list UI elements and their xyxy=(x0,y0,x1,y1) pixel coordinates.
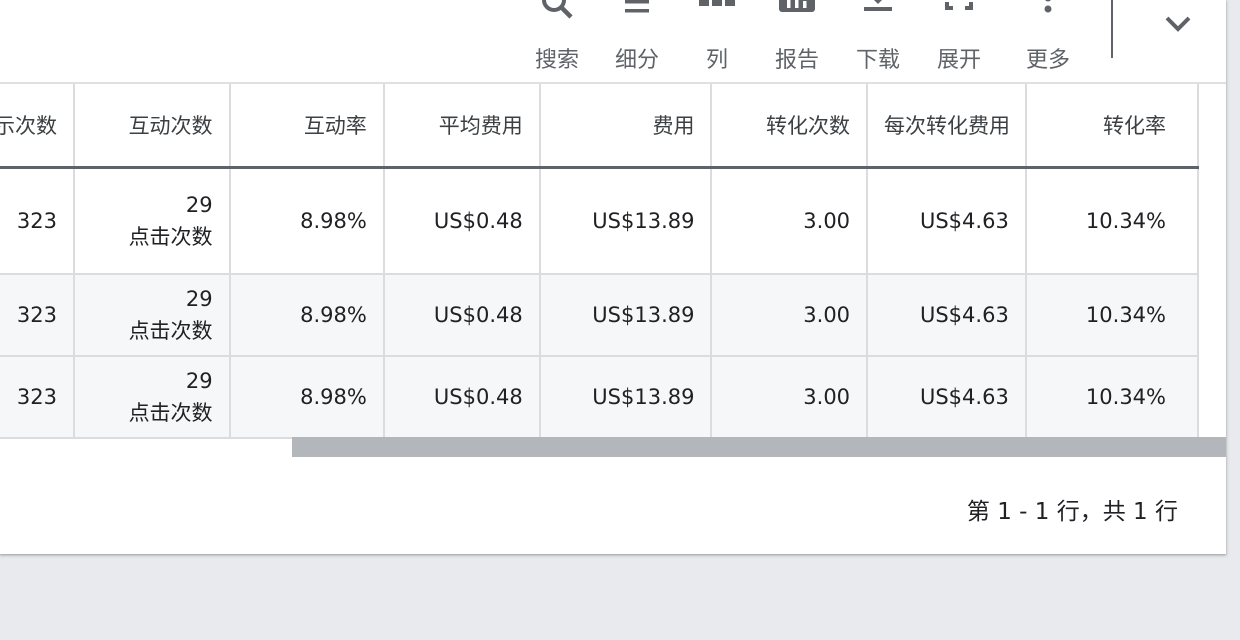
download-label: 下载 xyxy=(855,48,900,73)
columns-icon xyxy=(697,0,737,32)
horizontal-scrollbar-thumb[interactable] xyxy=(292,437,1226,457)
cell-conversion-rate: 10.34% xyxy=(1025,274,1200,357)
cell-interaction-rate: 8.98% xyxy=(229,356,385,439)
reports-button[interactable]: 报告 xyxy=(757,0,837,82)
cell-cost: US$13.89 xyxy=(539,167,713,275)
cell-impressions: 323 xyxy=(0,167,75,275)
segment-button[interactable]: 细分 xyxy=(597,0,677,82)
columns-label: 列 xyxy=(705,48,728,73)
col-header-conversion-rate[interactable]: 转化率 xyxy=(1025,84,1200,169)
pagination-summary: 第 1 - 1 行，共 1 行 xyxy=(966,499,1178,525)
cell-interactions: 29 点击次数 xyxy=(74,167,231,275)
cell-conversions: 3.00 xyxy=(711,274,869,357)
cell-conversions: 3.00 xyxy=(711,167,869,275)
cell-interactions-value: 29 xyxy=(185,193,213,217)
fullscreen-label: 展开 xyxy=(936,48,981,73)
search-button[interactable]: 搜索 xyxy=(517,0,597,82)
more-button[interactable]: 更多 xyxy=(1008,0,1088,82)
cell-cost-per-conversion: US$4.63 xyxy=(867,167,1027,275)
cell-cost-per-conversion: US$4.63 xyxy=(867,274,1027,357)
cell-impressions: 323 xyxy=(0,356,75,439)
chevron-down-icon xyxy=(1165,16,1191,32)
reports-label: 报告 xyxy=(774,48,819,73)
col-header-avg-cost[interactable]: 平均费用 xyxy=(383,84,541,169)
cell-avg-cost: US$0.48 xyxy=(383,356,541,439)
columns-button[interactable]: 列 xyxy=(677,0,757,82)
col-header-impressions[interactable]: 展示次数 xyxy=(0,84,75,169)
data-table-viewport: 展示次数 互动次数 互动率 平均费用 费用 转化次数 每次转化费用 转化率 32… xyxy=(0,82,1226,440)
more-label: 更多 xyxy=(1025,48,1070,73)
cell-avg-cost: US$0.48 xyxy=(383,274,541,357)
cell-cost: US$13.89 xyxy=(539,356,713,439)
collapse-toggle-button[interactable] xyxy=(1158,10,1198,44)
download-button[interactable]: 下载 xyxy=(838,0,918,82)
toolbar-divider xyxy=(1111,0,1113,58)
cell-interactions: 29 点击次数 xyxy=(74,356,231,439)
fullscreen-icon xyxy=(939,0,979,32)
reports-icon xyxy=(777,0,817,32)
search-label: 搜索 xyxy=(534,48,579,73)
col-header-interactions[interactable]: 互动次数 xyxy=(74,84,231,169)
search-icon xyxy=(537,0,577,32)
cell-interactions-value: 29 xyxy=(185,369,213,393)
cell-cost: US$13.89 xyxy=(539,274,713,357)
col-header-cost-per-conversion[interactable]: 每次转化费用 xyxy=(867,84,1027,169)
cell-conversions: 3.00 xyxy=(711,356,869,439)
table-row: 323 29 点击次数 8.98% US$0.48 US$13.89 3.00 U… xyxy=(0,356,1200,439)
report-card: 搜索 细分 列 报告 下载 展开 更多 次数 互动次数 互动率 平均费用 费用 … xyxy=(0,0,1226,554)
more-vert-icon xyxy=(1028,0,1068,32)
cell-interactions-type: 点击次数 xyxy=(128,319,213,343)
segment-icon xyxy=(617,0,657,32)
cell-interactions-value: 29 xyxy=(185,287,213,311)
cell-interaction-rate: 8.98% xyxy=(229,167,385,275)
segment-label: 细分 xyxy=(614,48,659,73)
cell-interactions-type: 点击次数 xyxy=(128,401,213,425)
cell-avg-cost: US$0.48 xyxy=(383,167,541,275)
table-header-row: 展示次数 互动次数 互动率 平均费用 费用 转化次数 每次转化费用 转化率 xyxy=(0,84,1200,169)
cell-interactions-type: 点击次数 xyxy=(128,225,213,249)
table-row: 323 29 点击次数 8.98% US$0.48 US$13.89 3.00 U… xyxy=(0,274,1200,357)
cell-cost-per-conversion: US$4.63 xyxy=(867,356,1027,439)
cell-conversion-rate: 10.34% xyxy=(1025,356,1200,439)
table-toolbar: 搜索 细分 列 报告 下载 展开 更多 xyxy=(0,0,1226,82)
cell-impressions: 323 xyxy=(0,274,75,357)
cell-conversion-rate: 10.34% xyxy=(1025,167,1200,275)
cell-interactions: 29 点击次数 xyxy=(74,274,231,357)
col-header-interaction-rate[interactable]: 互动率 xyxy=(229,84,385,169)
download-icon xyxy=(858,0,898,32)
fullscreen-button[interactable]: 展开 xyxy=(919,0,999,82)
col-header-conversions[interactable]: 转化次数 xyxy=(711,84,869,169)
data-table: 展示次数 互动次数 互动率 平均费用 费用 转化次数 每次转化费用 转化率 32… xyxy=(0,84,1200,439)
table-row: 323 29 点击次数 8.98% US$0.48 US$13.89 3.00 U… xyxy=(0,167,1200,275)
cell-interaction-rate: 8.98% xyxy=(229,274,385,357)
col-header-cost[interactable]: 费用 xyxy=(539,84,713,169)
